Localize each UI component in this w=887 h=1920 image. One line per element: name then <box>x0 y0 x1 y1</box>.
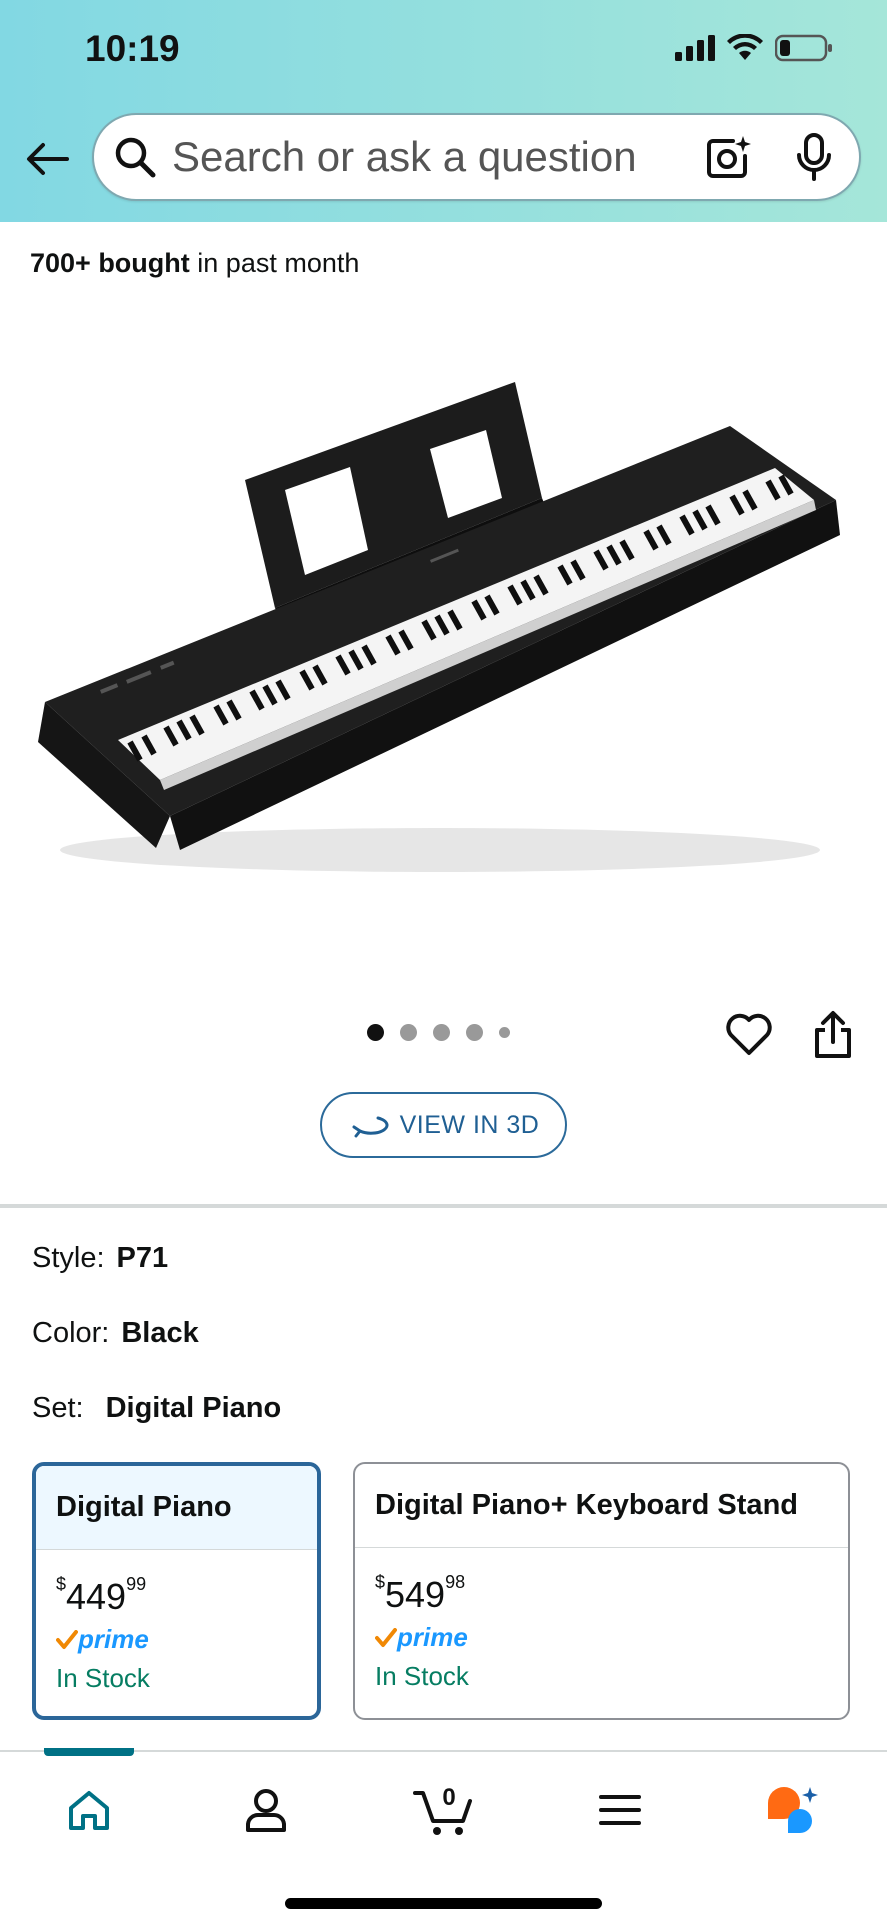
bought-suffix: in past month <box>189 248 360 278</box>
status-time: 10:19 <box>85 28 180 69</box>
color-value: Black <box>121 1317 199 1349</box>
set-label: Set: <box>32 1392 84 1424</box>
microphone-icon[interactable] <box>795 133 833 181</box>
header: 10:19 Search or ask a question <box>0 0 887 222</box>
prime-badge: prime <box>36 1624 317 1655</box>
prime-badge: prime <box>355 1622 848 1653</box>
option-title: Digital Piano+ Keyboard Stand <box>355 1464 848 1548</box>
bought-in-past-month: 700+ bought in past month <box>30 248 359 279</box>
carousel-dot[interactable] <box>499 1027 510 1038</box>
back-arrow-icon <box>27 143 69 175</box>
price-whole: 449 <box>66 1576 127 1617</box>
set-row: Set: Digital Piano <box>32 1392 281 1425</box>
image-carousel-dots[interactable] <box>367 1024 510 1041</box>
active-tab-indicator <box>44 1748 134 1756</box>
stock-status: In Stock <box>375 1661 469 1691</box>
price-symbol: $ <box>375 1572 386 1592</box>
account-icon <box>246 1789 286 1832</box>
option-price: $54998 <box>355 1572 848 1616</box>
carousel-dot[interactable] <box>433 1024 450 1041</box>
prime-label: prime <box>397 1622 468 1652</box>
nav-cart[interactable]: 0 <box>412 1780 476 1840</box>
cart-count: 0 <box>442 1784 455 1811</box>
nav-account[interactable] <box>236 1780 296 1840</box>
price-fraction: 98 <box>445 1572 466 1592</box>
heart-icon <box>726 1013 772 1055</box>
nav-menu[interactable] <box>590 1780 650 1840</box>
carousel-dot[interactable] <box>400 1024 417 1041</box>
nav-home[interactable] <box>59 1780 119 1840</box>
option-title: Digital Piano <box>36 1466 317 1550</box>
price-fraction: 99 <box>126 1574 147 1594</box>
view-in-3d-button[interactable]: VIEW IN 3D <box>320 1092 567 1158</box>
stock-status: In Stock <box>56 1663 150 1693</box>
prime-check-icon <box>375 1627 397 1647</box>
option-price: $44999 <box>36 1574 317 1618</box>
set-value: Digital Piano <box>105 1392 282 1424</box>
price-whole: 549 <box>385 1574 446 1615</box>
set-option-digital-piano[interactable]: Digital Piano $44999 prime In Stock <box>32 1462 321 1720</box>
wishlist-button[interactable] <box>725 1010 773 1058</box>
rotate-3d-icon <box>352 1116 389 1138</box>
bottom-navigation: 0 <box>0 1748 887 1920</box>
section-divider <box>0 1204 887 1208</box>
wifi-icon <box>727 34 763 60</box>
price-symbol: $ <box>56 1574 67 1594</box>
share-button[interactable] <box>811 1010 855 1060</box>
digital-piano-image <box>38 382 840 872</box>
ai-assistant-icon <box>768 1787 818 1833</box>
carousel-dot[interactable] <box>367 1024 384 1041</box>
back-button[interactable] <box>22 136 72 182</box>
bought-count: 700+ bought <box>30 248 190 278</box>
prime-check-icon <box>56 1629 78 1649</box>
product-image[interactable] <box>30 350 850 910</box>
nav-ai-assistant[interactable] <box>764 1780 824 1840</box>
camera-search-icon[interactable] <box>705 134 751 180</box>
set-option-digital-piano-keyboard-stand[interactable]: Digital Piano+ Keyboard Stand $54998 pri… <box>353 1462 850 1720</box>
carousel-dot[interactable] <box>466 1024 483 1041</box>
home-icon <box>69 1791 109 1830</box>
battery-icon <box>775 34 832 62</box>
cart-icon: 0 <box>413 1784 472 1835</box>
style-label: Style: <box>32 1242 105 1274</box>
status-icons <box>675 34 833 62</box>
color-label: Color: <box>32 1317 110 1349</box>
style-row: Style: P71 <box>32 1242 168 1275</box>
color-row: Color: Black <box>32 1317 199 1350</box>
prime-label: prime <box>78 1624 149 1654</box>
search-icon <box>115 137 156 178</box>
search-placeholder: Search or ask a question <box>172 133 637 180</box>
home-indicator <box>285 1898 602 1909</box>
style-value: P71 <box>116 1242 169 1274</box>
view-in-3d-label: VIEW IN 3D <box>399 1110 540 1139</box>
search-input[interactable]: Search or ask a question <box>92 113 861 201</box>
signal-icon <box>675 35 715 61</box>
menu-icon <box>599 1795 641 1825</box>
share-icon <box>815 1011 851 1058</box>
